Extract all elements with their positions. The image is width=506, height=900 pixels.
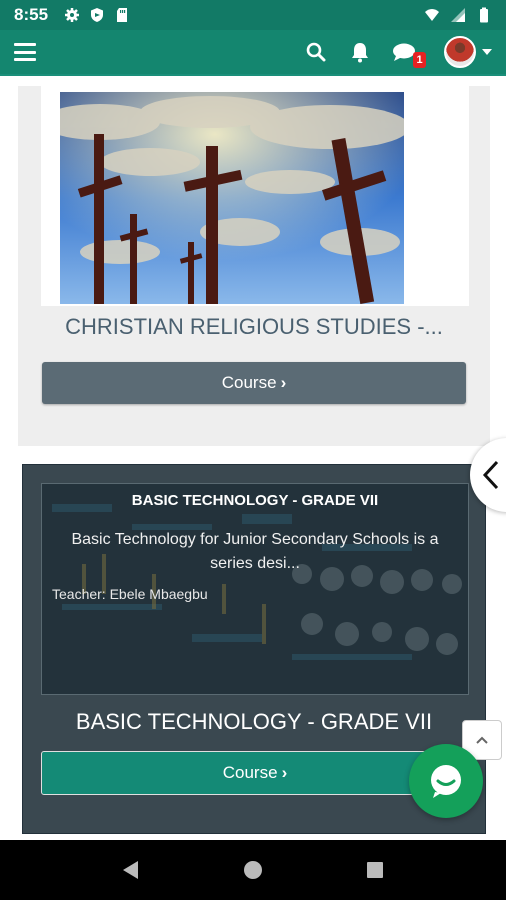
chevron-up-icon <box>476 736 488 744</box>
chevron-right-icon: › <box>281 763 288 782</box>
overlay-description: Basic Technology for Junior Secondary Sc… <box>71 531 439 572</box>
settings-icon <box>65 8 80 22</box>
course-title[interactable]: BASIC TECHNOLOGY - GRADE VII <box>23 709 485 735</box>
course-list: CHRISTIAN RELIGIOUS STUDIES -... Course … <box>0 86 506 840</box>
header-actions: 1 <box>304 36 492 68</box>
chat-icon[interactable]: 1 <box>392 40 426 68</box>
battery-icon <box>480 7 488 23</box>
status-icons-right <box>424 7 492 23</box>
status-time: 8:55 <box>14 5 49 24</box>
caret-down-icon[interactable] <box>482 49 492 55</box>
course-image[interactable] <box>60 92 404 304</box>
back-icon[interactable] <box>117 856 145 884</box>
recents-icon[interactable] <box>361 856 389 884</box>
chevron-left-icon <box>482 460 499 490</box>
chevron-right-icon: › <box>280 373 287 392</box>
system-nav-bar <box>0 840 506 900</box>
header-divider <box>0 74 506 86</box>
bell-icon[interactable] <box>348 40 372 64</box>
overlay-teacher: Teacher: Ebele Mbaegbu <box>52 586 208 602</box>
course-overlay: BASIC TECHNOLOGY - GRADE VII Basic Techn… <box>42 484 468 694</box>
course-button-label: Course <box>222 763 278 782</box>
status-icons-left <box>64 7 130 23</box>
app-header: 1 <box>0 30 506 74</box>
sd-card-icon <box>117 8 128 22</box>
chat-bubble-icon <box>431 765 461 798</box>
course-title[interactable]: CHRISTIAN RELIGIOUS STUDIES -... <box>18 314 490 340</box>
signal-icon <box>451 8 465 22</box>
course-button[interactable]: Course › <box>41 751 469 795</box>
course-card: CHRISTIAN RELIGIOUS STUDIES -... Course … <box>18 86 490 446</box>
avatar[interactable] <box>444 36 476 68</box>
chat-button[interactable] <box>409 744 483 818</box>
course-image[interactable]: BASIC TECHNOLOGY - GRADE VII Basic Techn… <box>41 483 469 695</box>
search-icon[interactable] <box>304 40 328 64</box>
menu-icon[interactable] <box>14 43 36 61</box>
user-menu[interactable] <box>444 36 492 68</box>
status-bar: 8:55 <box>0 0 506 30</box>
home-icon[interactable] <box>239 856 267 884</box>
course-button[interactable]: Course › <box>42 362 466 404</box>
wifi-icon <box>425 9 439 21</box>
course-button-label: Course <box>221 373 277 392</box>
overlay-title: BASIC TECHNOLOGY - GRADE VII <box>131 492 379 509</box>
message-badge: 1 <box>413 52 426 68</box>
shield-icon <box>91 8 104 22</box>
